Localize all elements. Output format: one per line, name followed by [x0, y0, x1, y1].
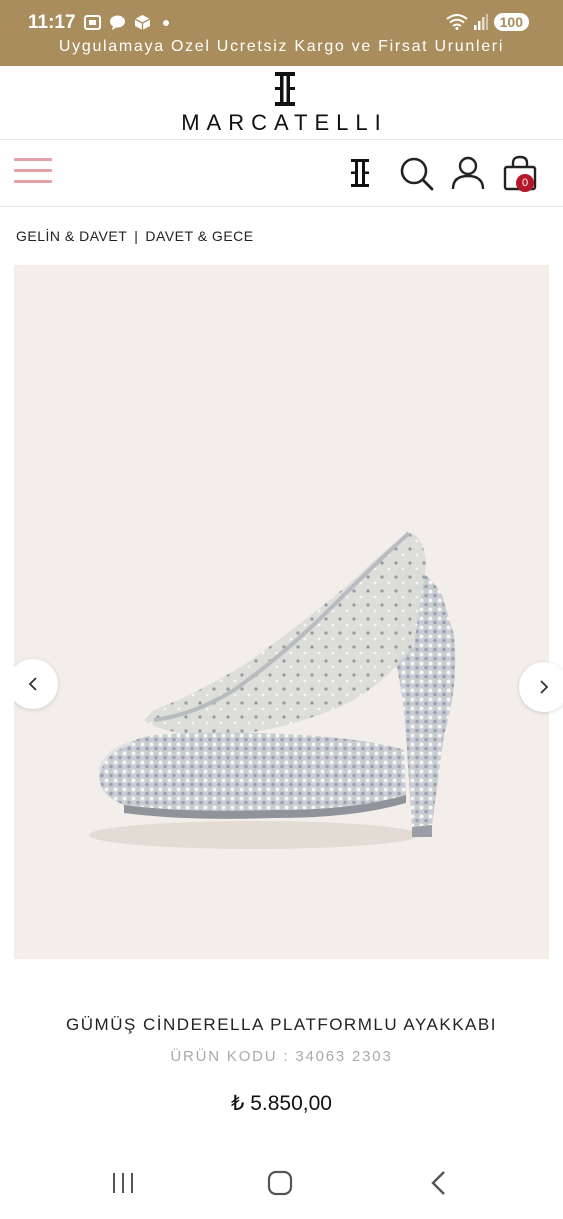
breadcrumb-item-bride-invitation[interactable]: GELİN & DAVET — [16, 228, 127, 244]
promo-banner[interactable]: Uygulamaya Ozel Ucretsiz Kargo ve Firsat… — [0, 38, 563, 60]
product-price: ₺ 5.850,00 — [231, 1092, 332, 1115]
account-icon[interactable] — [450, 155, 486, 191]
product-title: GÜMÜŞ CİNDERELLA PLATFORMLU AYAKKABI — [66, 1015, 497, 1034]
nav-bar — [0, 141, 563, 207]
chat-icon — [110, 15, 125, 30]
product-photo-shoe — [89, 531, 456, 849]
top-band: 11:17 100 Uygulamaya Ozel Ucretsiz Kargo… — [0, 0, 563, 66]
package-icon — [134, 15, 151, 30]
product-image[interactable] — [14, 265, 549, 959]
chevron-right-icon — [540, 680, 549, 694]
breadcrumb: GELİN & DAVET | DAVET & GECE — [16, 228, 254, 244]
breadcrumb-item-invitation-night[interactable]: DAVET & GECE — [145, 228, 253, 244]
recent-apps-icon[interactable] — [110, 1170, 136, 1196]
system-navigation-bar — [0, 1150, 563, 1219]
breadcrumb-separator: | — [134, 228, 139, 244]
battery-indicator: 100 — [493, 13, 529, 31]
signal-icon — [473, 14, 488, 30]
brand-monogram-icon — [275, 72, 295, 106]
next-image-button[interactable] — [519, 662, 563, 712]
search-icon[interactable] — [398, 155, 434, 191]
hamburger-menu-icon[interactable] — [14, 158, 52, 188]
brand-monogram-icon[interactable] — [342, 155, 378, 191]
brand-logo-text: MARCATELLI — [181, 110, 388, 135]
back-icon[interactable] — [426, 1170, 452, 1196]
wifi-icon — [446, 14, 468, 30]
status-time: 11:17 — [28, 12, 76, 33]
product-code: ÜRÜN KODU : 34063 2303 — [170, 1048, 393, 1065]
screenshot-icon — [84, 15, 101, 30]
status-icons-right: 100 — [446, 13, 529, 31]
status-bar: 11:17 100 — [0, 0, 563, 40]
notification-dot — [163, 19, 169, 26]
chevron-left-icon — [28, 677, 37, 691]
home-icon[interactable] — [267, 1170, 293, 1196]
cart-count-badge[interactable]: 0 — [516, 174, 534, 192]
header-logo-area[interactable]: MARCATELLI — [0, 66, 563, 140]
status-icons-left — [84, 15, 169, 30]
